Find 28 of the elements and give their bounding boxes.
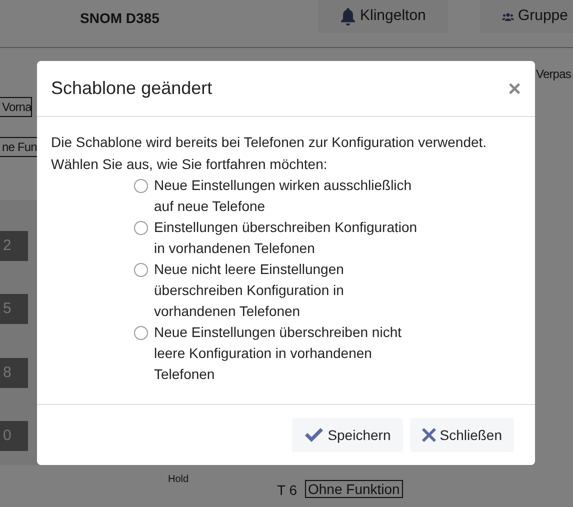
- radio-button[interactable]: [134, 179, 148, 193]
- header-button[interactable]: Gruppe: [480, 0, 573, 33]
- option-label: Neue nicht leere Einstellungen überschreiben Konfiguration in vorhandenen Telefonen: [154, 260, 345, 321]
- function-field[interactable]: Ohne Funktion: [305, 480, 403, 498]
- dialog-button[interactable]: Schließen: [410, 418, 514, 452]
- key-button[interactable]: 2: [0, 231, 28, 261]
- x-icon: [422, 428, 436, 442]
- close-button[interactable]: ×: [508, 78, 521, 100]
- bell-icon: [340, 8, 356, 26]
- radio-button[interactable]: [134, 326, 148, 340]
- key-label: T 6: [277, 481, 297, 500]
- device-title: SNOM D385: [80, 9, 160, 28]
- dialog-button[interactable]: Speichern: [292, 418, 403, 452]
- column-heading: Verpas: [536, 66, 571, 83]
- dialog-message: Die Schablone wird bereits bei Telefonen zur Konfiguration verwendet. Wählen Sie aus, wie Sie fortfahren möchten:: [51, 133, 488, 174]
- header-button[interactable]: Klingelton: [318, 0, 448, 33]
- hold-label: Hold: [168, 473, 189, 487]
- key-button[interactable]: 8: [0, 358, 28, 388]
- radio-button[interactable]: [134, 263, 148, 277]
- check-icon: [304, 427, 324, 443]
- option-label: Einstellungen überschreiben Konfiguration in vorhandenen Telefonen: [154, 218, 418, 258]
- key-button[interactable]: 0: [0, 421, 28, 451]
- option-label: Neue Einstellungen wirken ausschließlich auf neue Telefone: [154, 176, 413, 216]
- radio-button[interactable]: [134, 221, 148, 235]
- option-label: Neue Einstellungen überschreiben nicht leere Konfiguration in vorhandenen Telefonen: [154, 323, 402, 384]
- key-button[interactable]: 5: [0, 294, 28, 324]
- input-field[interactable]: Vorna: [0, 97, 32, 117]
- dialog-title: Schablone geändert: [51, 77, 212, 100]
